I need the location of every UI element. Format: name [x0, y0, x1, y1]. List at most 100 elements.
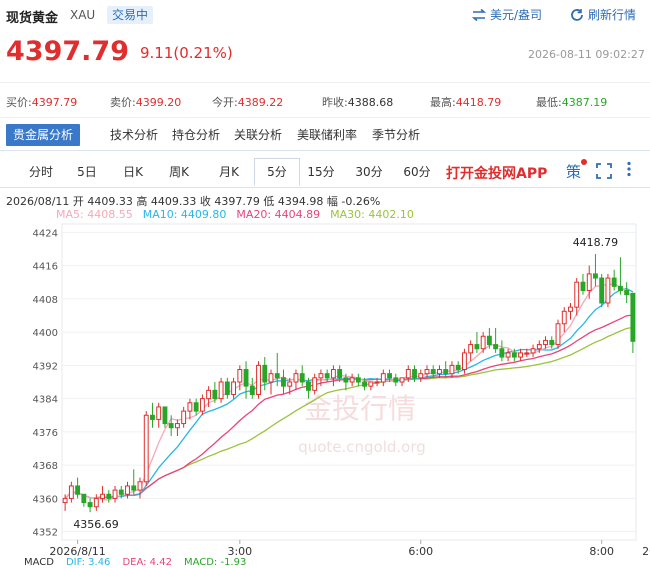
period-tab[interactable]: 月K — [204, 158, 254, 186]
divider — [0, 150, 650, 151]
period-tab[interactable]: 60分 — [394, 158, 440, 186]
more-menu-button[interactable] — [626, 161, 632, 180]
candle-body — [206, 389, 212, 400]
candle-body — [318, 373, 324, 379]
close-value: 4397.79 — [214, 195, 260, 208]
quote-label: 昨收: — [322, 96, 348, 109]
open-app-link[interactable]: 打开金投网APP — [446, 163, 547, 183]
candle-body — [486, 335, 492, 346]
divider — [0, 187, 650, 188]
candle-body — [293, 373, 299, 383]
quote-item: 今开:4389.22 — [212, 94, 283, 110]
strategy-button[interactable]: 策 — [566, 159, 588, 182]
tab-precious-metals[interactable]: 贵金属分析 — [6, 124, 81, 146]
candle-body — [443, 369, 449, 375]
strategy-label: 策 — [566, 163, 582, 181]
currency-unit-label: 美元/盎司 — [490, 8, 543, 22]
candle-body — [131, 485, 137, 491]
refresh-button[interactable]: 刷新行情 — [570, 6, 636, 23]
candle-body — [281, 377, 286, 387]
period-tab[interactable]: 5日 — [64, 158, 110, 186]
quote-value: 4418.79 — [455, 96, 502, 109]
y-tick-label: 4360 — [33, 494, 58, 505]
period-tab[interactable]: 日K — [110, 158, 156, 186]
candle-body — [62, 497, 68, 504]
quote-value: 4389.22 — [237, 96, 284, 109]
candle-body — [256, 364, 261, 395]
y-tick-label: 4424 — [33, 228, 58, 239]
candle-body — [368, 381, 374, 387]
ma-legend: MA5: 4408.55 MA10: 4409.80 MA20: 4404.89 MA… — [56, 208, 424, 221]
candle-body — [237, 369, 243, 383]
ohlc-info: 2026/08/11 开 4409.33 高 4409.33 收 4397.79… — [6, 193, 380, 209]
period-tab[interactable]: 分时 — [18, 158, 64, 186]
currency-unit-button[interactable]: 美元/盎司 — [472, 6, 542, 23]
candle — [461, 348, 467, 374]
tab-analysis-5[interactable]: 季节分析 — [372, 124, 420, 146]
y-tick-label: 4376 — [33, 428, 58, 439]
quote-item: 卖价:4399.20 — [110, 94, 181, 110]
y-tick-label: 4416 — [33, 262, 58, 273]
watermark-text: 金投行情 — [304, 392, 416, 425]
candle-body — [543, 339, 548, 346]
tab-analysis-4[interactable]: 美联储利率 — [297, 124, 357, 146]
tab-analysis-3[interactable]: 关联分析 — [234, 124, 282, 146]
candle-body — [374, 381, 380, 384]
period-tab[interactable]: 15分 — [298, 158, 344, 186]
candle-body — [474, 344, 480, 350]
quote-item: 最高:4418.79 — [430, 94, 501, 110]
x-tick-label: 8:00 — [589, 545, 614, 557]
high-label: 高 — [136, 195, 148, 208]
low-label: 低 — [263, 195, 275, 208]
candle-body — [599, 277, 605, 304]
candle-body — [199, 398, 205, 412]
candle-body — [424, 369, 430, 375]
period-tab[interactable]: 30分 — [344, 158, 394, 186]
candle-body — [181, 410, 187, 425]
candle-body — [449, 364, 455, 375]
candle-body — [249, 385, 255, 395]
candle-body — [630, 292, 636, 342]
refresh-icon — [571, 8, 583, 21]
period-tab[interactable]: 5分 — [254, 158, 300, 186]
candlestick-chart[interactable]: 4352 4360 4368 4376 4384 4392 4400 4408 4416 4424… — [0, 222, 650, 557]
candle-body — [393, 377, 399, 383]
open-value: 4409.33 — [87, 195, 133, 208]
candle-body — [418, 373, 424, 379]
candle-body — [430, 369, 436, 375]
candle-body — [586, 273, 592, 292]
quote-value: 4397.79 — [31, 96, 78, 109]
period-tab[interactable]: 周K — [156, 158, 202, 186]
period-tabs: 分时 5日 日K 周K 月K 5分 15分 30分 60分 — [0, 158, 650, 186]
candle-body — [93, 497, 99, 508]
candle-body — [312, 377, 318, 391]
candle-body — [580, 281, 586, 292]
quote-timestamp: 2026-08-11 09:02:27 — [528, 48, 645, 61]
min-annotation: 4356.69 — [73, 518, 119, 531]
candle-body — [505, 352, 511, 358]
candle-body — [480, 335, 486, 350]
candle-body — [156, 406, 162, 420]
quote-label: 最高: — [430, 96, 456, 109]
candle-body — [468, 344, 474, 354]
candle-body — [231, 381, 237, 395]
candle-body — [143, 414, 149, 483]
refresh-label: 刷新行情 — [588, 8, 637, 22]
current-price: 4397.79 — [6, 36, 129, 67]
fullscreen-icon — [596, 163, 612, 179]
tab-analysis-1[interactable]: 技术分析 — [110, 124, 158, 146]
candle-body — [549, 339, 555, 346]
candle-body — [274, 373, 280, 379]
candle-body — [268, 373, 274, 383]
candle — [218, 377, 224, 403]
candle-body — [118, 489, 124, 495]
candle-body — [174, 423, 180, 429]
divider — [0, 117, 650, 118]
notification-dot — [581, 159, 588, 165]
quote-label: 卖价: — [110, 96, 136, 109]
candle-body — [536, 344, 542, 350]
fullscreen-button[interactable] — [596, 163, 612, 183]
candle-body — [162, 406, 168, 425]
close-label: 收 — [199, 195, 211, 208]
tab-analysis-2[interactable]: 持仓分析 — [172, 124, 220, 146]
